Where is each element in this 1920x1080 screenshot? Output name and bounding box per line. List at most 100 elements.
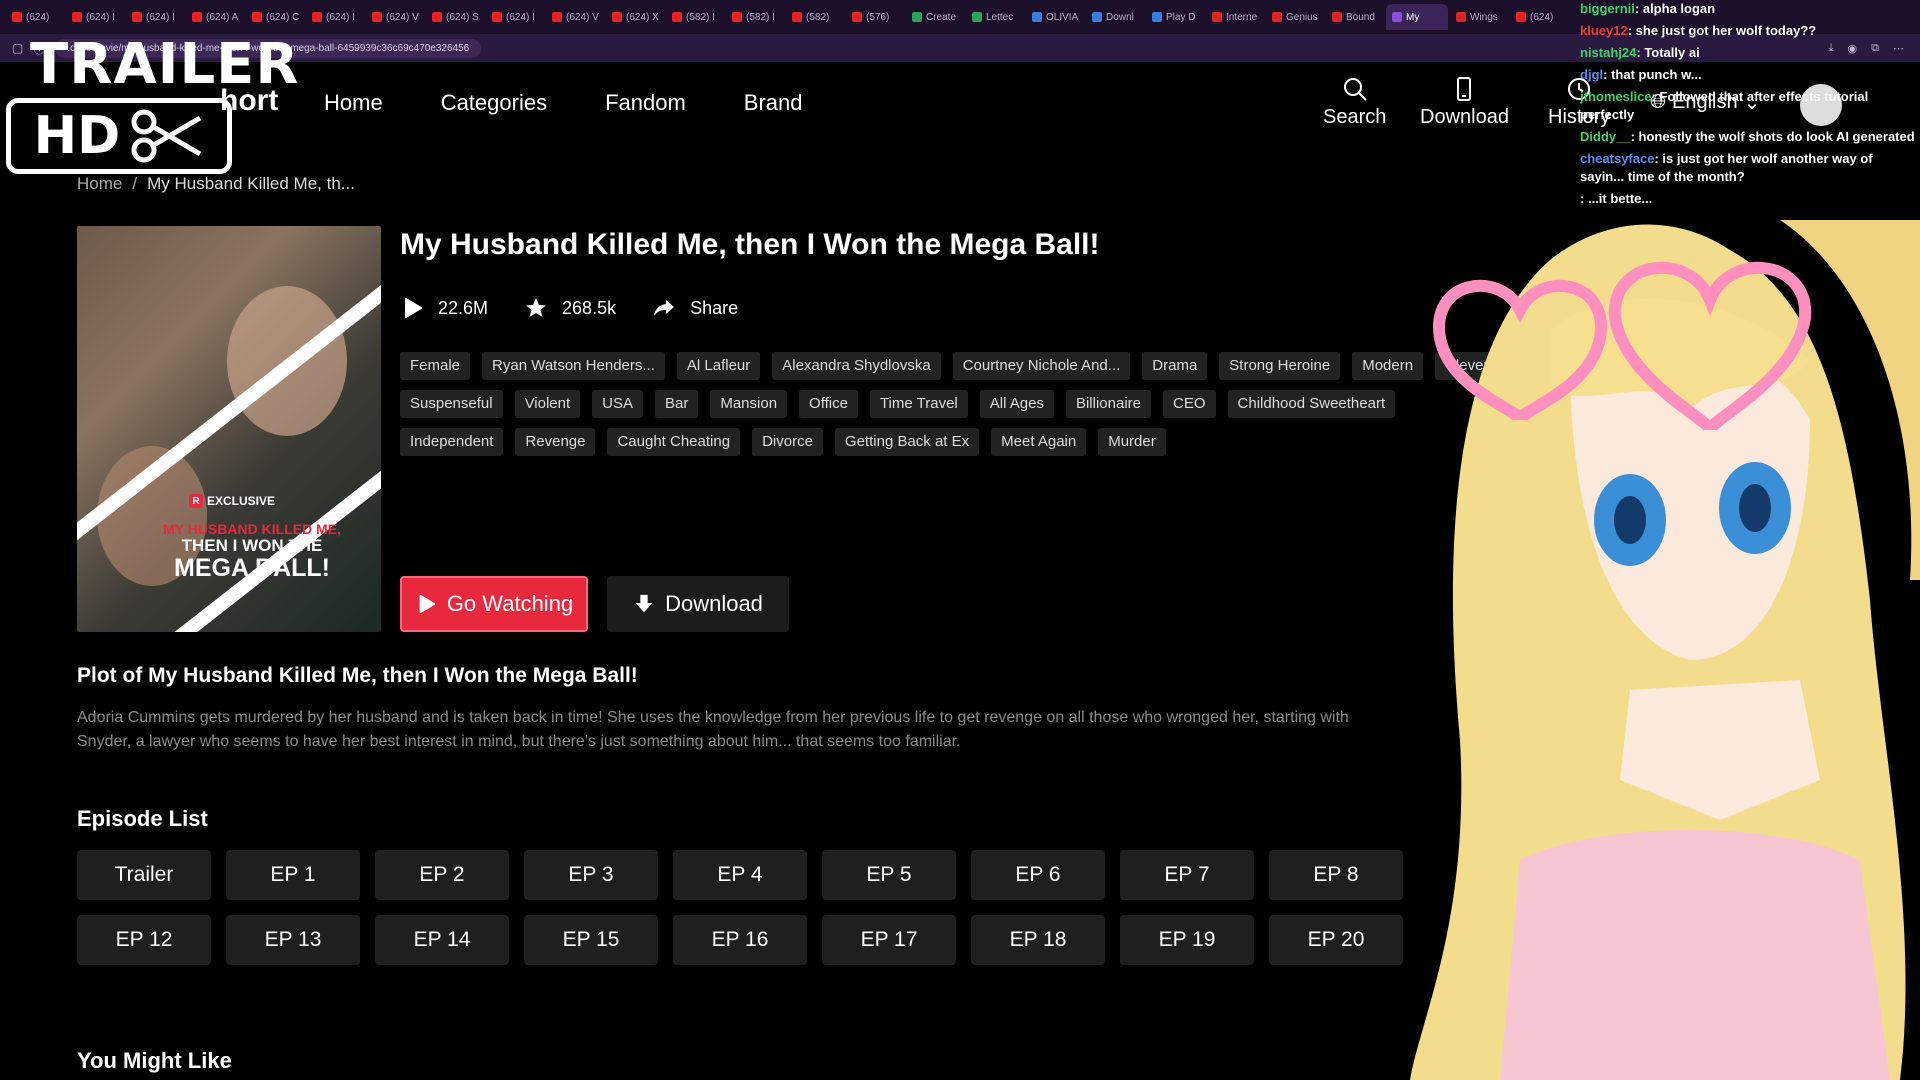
genre-tag[interactable]: Al Lafleur: [676, 352, 761, 380]
genre-tag[interactable]: Murder: [1098, 428, 1166, 456]
browser-tab[interactable]: (624) I: [306, 4, 364, 30]
chat-text: ...it bette...: [1587, 191, 1653, 206]
episode-button[interactable]: EP 7: [1120, 850, 1254, 900]
episode-button[interactable]: EP 14: [375, 915, 509, 965]
genre-tag[interactable]: Courtney Nichole And...: [952, 352, 1131, 380]
browser-tab[interactable]: (582): [786, 4, 844, 30]
episode-button[interactable]: EP 18: [971, 915, 1105, 965]
episode-button[interactable]: EP 4: [673, 850, 807, 900]
browser-tab[interactable]: (624): [1510, 4, 1568, 30]
tab-label: (576): [866, 11, 890, 23]
header-download[interactable]: Download: [1420, 76, 1509, 129]
browser-tab[interactable]: (624) V: [546, 4, 604, 30]
episode-button[interactable]: EP 19: [1120, 915, 1254, 965]
episode-button[interactable]: EP 1: [226, 850, 360, 900]
favorites-count: 268.5k: [562, 297, 617, 318]
go-watching-label: Go Watching: [446, 591, 574, 616]
nav-brand[interactable]: Brand: [744, 90, 803, 116]
genre-tag[interactable]: Office: [799, 390, 858, 418]
plot-line: Adoria Cummins gets murdered by her husb…: [77, 709, 1349, 726]
favorites-stat[interactable]: 268.5k: [524, 296, 616, 320]
genre-tag[interactable]: Drama: [1142, 352, 1208, 380]
episode-button[interactable]: EP 5: [822, 850, 956, 900]
nav-categories[interactable]: Categories: [441, 90, 547, 116]
genre-tag[interactable]: All Ages: [979, 390, 1054, 418]
browser-tab[interactable]: (576): [846, 4, 904, 30]
genre-tag[interactable]: Bar: [655, 390, 699, 418]
genre-tag[interactable]: Independent: [400, 428, 504, 456]
genre-tag[interactable]: Getting Back at Ex: [834, 428, 980, 456]
site-logo-text[interactable]: hort: [220, 84, 278, 118]
poster-badge-text: EXCLUSIVE: [207, 494, 276, 508]
header-search[interactable]: Search: [1323, 76, 1386, 129]
browser-tab[interactable]: (624): [6, 4, 64, 30]
episode-button[interactable]: EP 15: [524, 915, 658, 965]
browser-tab[interactable]: (624) S: [426, 4, 484, 30]
genre-tag[interactable]: Caught Cheating: [607, 428, 741, 456]
episode-button[interactable]: EP 6: [971, 850, 1105, 900]
genre-tag[interactable]: CEO: [1163, 390, 1216, 418]
browser-tab[interactable]: Downl: [1086, 4, 1144, 30]
sidebar-toggle-icon[interactable]: ▢: [12, 41, 23, 55]
browser-tab[interactable]: Play D: [1146, 4, 1204, 30]
genre-tag[interactable]: Revenge: [515, 428, 596, 456]
genre-tag[interactable]: Alexandra Shydlovska: [772, 352, 941, 380]
episode-button[interactable]: EP 8: [1269, 850, 1403, 900]
genre-tag[interactable]: Childhood Sweetheart: [1227, 390, 1396, 418]
share-button[interactable]: Share: [652, 296, 738, 320]
episode-button[interactable]: EP 12: [77, 915, 211, 965]
genre-tag[interactable]: Divorce: [752, 428, 823, 456]
browser-tab[interactable]: (624) C: [246, 4, 304, 30]
episode-button[interactable]: EP 3: [524, 850, 658, 900]
episode-button[interactable]: EP 2: [375, 850, 509, 900]
browser-tab[interactable]: (624) I: [486, 4, 544, 30]
tab-favicon-icon: [312, 12, 322, 22]
episode-button[interactable]: Trailer: [77, 850, 211, 900]
browser-tab[interactable]: OLIVIA: [1026, 4, 1084, 30]
browser-tab[interactable]: Wings: [1450, 4, 1508, 30]
tab-favicon-icon: [912, 12, 922, 22]
episode-button[interactable]: EP 17: [822, 915, 956, 965]
genre-tag[interactable]: Meet Again: [991, 428, 1087, 456]
chat-username: kluey12: [1580, 23, 1628, 38]
browser-tab[interactable]: My: [1386, 4, 1448, 30]
genre-tag[interactable]: Time Travel: [869, 390, 968, 418]
browser-tab[interactable]: (624) I: [66, 4, 124, 30]
chat-text: Totally ai: [1644, 45, 1700, 60]
hd-badge: HD: [6, 98, 232, 174]
genre-tag[interactable]: USA: [592, 390, 643, 418]
genre-tag[interactable]: Suspenseful: [400, 390, 503, 418]
genre-tag[interactable]: Female: [400, 352, 471, 380]
browser-tab[interactable]: (624) I: [126, 4, 184, 30]
episode-button[interactable]: EP 20: [1269, 915, 1403, 965]
go-watching-button[interactable]: Go Watching: [400, 576, 588, 632]
browser-tab[interactable]: Bound: [1326, 4, 1384, 30]
genre-tag[interactable]: Violent: [514, 390, 581, 418]
hd-text: HD: [33, 106, 121, 166]
views-count: 22.6M: [438, 297, 489, 318]
browser-tab[interactable]: (582) I: [726, 4, 784, 30]
browser-tab[interactable]: (624) V: [366, 4, 424, 30]
tab-label: (624) C: [266, 11, 300, 23]
genre-tag[interactable]: Billionaire: [1065, 390, 1151, 418]
nav-home[interactable]: Home: [324, 90, 383, 116]
genre-tag[interactable]: Ryan Watson Henders...: [482, 352, 665, 380]
episode-button[interactable]: EP 16: [673, 915, 807, 965]
drama-poster[interactable]: R EXCLUSIVE MY HUSBAND KILLED ME, THEN I…: [77, 226, 381, 632]
browser-tab[interactable]: (624) A: [186, 4, 244, 30]
browser-tab[interactable]: (624) X: [606, 4, 664, 30]
breadcrumb-home[interactable]: Home: [77, 174, 122, 194]
episode-button[interactable]: EP 13: [226, 915, 360, 965]
tab-label: (624) I: [506, 11, 535, 23]
browser-tab[interactable]: Create: [906, 4, 964, 30]
browser-tab[interactable]: Lettec: [966, 4, 1024, 30]
browser-tab[interactable]: (582) I: [666, 4, 724, 30]
genre-tag[interactable]: Mansion: [710, 390, 788, 418]
genre-tag[interactable]: Strong Heroine: [1219, 352, 1341, 380]
download-button[interactable]: Download: [607, 576, 789, 632]
tab-label: (624): [26, 11, 50, 23]
browser-tab[interactable]: Interne: [1206, 4, 1264, 30]
browser-tab[interactable]: Genius: [1266, 4, 1324, 30]
poster-title-line1: MY HUSBAND KILLED ME,: [163, 521, 341, 537]
nav-fandom[interactable]: Fandom: [605, 90, 686, 116]
